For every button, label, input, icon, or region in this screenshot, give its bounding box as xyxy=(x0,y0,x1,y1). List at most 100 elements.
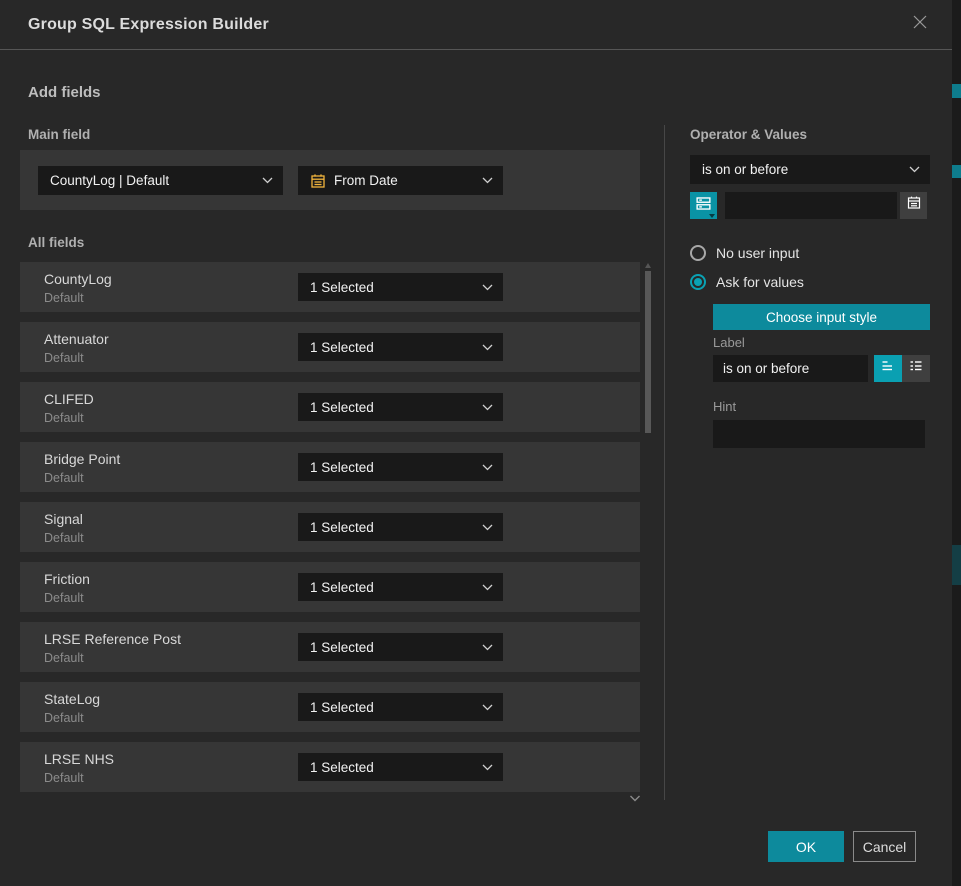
field-selection-value: 1 Selected xyxy=(310,700,474,715)
label-input[interactable] xyxy=(713,355,868,382)
chevron-down-icon xyxy=(482,344,493,351)
close-button[interactable] xyxy=(906,11,934,39)
field-selection-dropdown[interactable]: 1 Selected xyxy=(298,333,503,361)
field-row-text: LRSE Reference Post Default xyxy=(44,631,181,665)
field-sublabel: Default xyxy=(44,351,109,365)
field-selection-dropdown[interactable]: 1 Selected xyxy=(298,453,503,481)
value-input[interactable] xyxy=(725,192,897,219)
field-row: Attenuator Default 1 Selected xyxy=(20,322,640,372)
cancel-button[interactable]: Cancel xyxy=(853,831,916,862)
field-row-text: Signal Default xyxy=(44,511,84,545)
chevron-down-icon xyxy=(482,524,493,531)
main-field-dropdown[interactable]: From Date xyxy=(298,166,503,195)
field-sublabel: Default xyxy=(44,411,94,425)
field-sublabel: Default xyxy=(44,651,181,665)
chevron-down-icon xyxy=(482,704,493,711)
dialog-title: Group SQL Expression Builder xyxy=(28,16,269,34)
caret-down-icon xyxy=(709,214,715,218)
panel-divider xyxy=(664,125,665,800)
field-name: StateLog xyxy=(44,691,100,707)
chevron-down-icon xyxy=(482,404,493,411)
field-row-text: CountyLog Default xyxy=(44,271,112,305)
field-selection-value: 1 Selected xyxy=(310,580,474,595)
field-name: LRSE Reference Post xyxy=(44,631,181,647)
hint-input[interactable] xyxy=(713,420,925,448)
scrollbar-thumb[interactable] xyxy=(645,271,651,433)
field-sublabel: Default xyxy=(44,471,120,485)
radio-label: Ask for values xyxy=(716,274,804,290)
field-selection-dropdown[interactable]: 1 Selected xyxy=(298,693,503,721)
field-selection-value: 1 Selected xyxy=(310,280,474,295)
all-fields-heading: All fields xyxy=(28,235,84,250)
operator-dropdown[interactable]: is on or before xyxy=(690,155,930,184)
background-fragment xyxy=(952,84,961,98)
radio-selected-icon xyxy=(690,274,706,290)
field-row: LRSE NHS Default 1 Selected xyxy=(20,742,640,792)
radio-unselected-icon xyxy=(690,245,706,261)
radio-label: No user input xyxy=(716,245,799,261)
field-sublabel: Default xyxy=(44,771,114,785)
chevron-down-icon xyxy=(482,584,493,591)
field-selection-value: 1 Selected xyxy=(310,400,474,415)
field-row: StateLog Default 1 Selected xyxy=(20,682,640,732)
date-picker-button[interactable] xyxy=(900,192,927,219)
field-row: CLIFED Default 1 Selected xyxy=(20,382,640,432)
field-row-text: Attenuator Default xyxy=(44,331,109,365)
value-source-button[interactable] xyxy=(690,192,717,219)
main-field-heading: Main field xyxy=(28,127,90,142)
choose-input-style-button[interactable]: Choose input style xyxy=(713,304,930,330)
label-field-label: Label xyxy=(713,335,745,350)
background-fragment xyxy=(952,545,961,585)
field-selection-dropdown[interactable]: 1 Selected xyxy=(298,753,503,781)
field-selection-dropdown[interactable]: 1 Selected xyxy=(298,573,503,601)
scrollbar-up-arrow[interactable] xyxy=(645,263,651,268)
field-row: CountyLog Default 1 Selected xyxy=(20,262,640,312)
hint-field-label: Hint xyxy=(713,399,736,414)
main-field-panel: CountyLog | Default From Date xyxy=(20,150,640,210)
field-name: LRSE NHS xyxy=(44,751,114,767)
ok-button[interactable]: OK xyxy=(768,831,844,862)
main-layer-value: CountyLog | Default xyxy=(50,173,254,188)
background-page-strip xyxy=(952,0,961,886)
list-icon xyxy=(908,358,924,379)
group-sql-expression-builder-dialog: Group SQL Expression Builder Add fields … xyxy=(0,0,961,886)
field-selection-value: 1 Selected xyxy=(310,760,474,775)
field-row-text: Friction Default xyxy=(44,571,90,605)
chevron-down-icon xyxy=(482,764,493,771)
field-name: CLIFED xyxy=(44,391,94,407)
input-style-text-button[interactable] xyxy=(874,355,902,382)
field-sublabel: Default xyxy=(44,711,100,725)
field-row-text: StateLog Default xyxy=(44,691,100,725)
chevron-down-icon xyxy=(482,284,493,291)
field-name: Bridge Point xyxy=(44,451,120,467)
all-fields-list: CountyLog Default 1 Selected Attenuator … xyxy=(20,262,640,802)
radio-ask-for-values[interactable]: Ask for values xyxy=(690,274,804,290)
field-row: Signal Default 1 Selected xyxy=(20,502,640,552)
field-row: LRSE Reference Post Default 1 Selected xyxy=(20,622,640,672)
field-name: Signal xyxy=(44,511,84,527)
field-selection-dropdown[interactable]: 1 Selected xyxy=(298,393,503,421)
chevron-down-icon xyxy=(262,177,273,184)
field-sublabel: Default xyxy=(44,291,112,305)
main-layer-dropdown[interactable]: CountyLog | Default xyxy=(38,166,283,195)
main-field-value: From Date xyxy=(334,173,474,188)
text-input-icon xyxy=(880,358,896,379)
field-selection-dropdown[interactable]: 1 Selected xyxy=(298,513,503,541)
dialog-titlebar: Group SQL Expression Builder xyxy=(0,0,952,50)
radio-no-user-input[interactable]: No user input xyxy=(690,245,799,261)
operator-values-heading: Operator & Values xyxy=(690,127,807,142)
field-name: Attenuator xyxy=(44,331,109,347)
operator-value: is on or before xyxy=(702,162,901,177)
field-row: Friction Default 1 Selected xyxy=(20,562,640,612)
field-row-text: Bridge Point Default xyxy=(44,451,120,485)
field-name: CountyLog xyxy=(44,271,112,287)
chevron-down-icon xyxy=(482,177,493,184)
input-style-list-button[interactable] xyxy=(902,355,930,382)
field-selection-dropdown[interactable]: 1 Selected xyxy=(298,273,503,301)
field-selection-value: 1 Selected xyxy=(310,340,474,355)
chevron-down-icon xyxy=(482,644,493,651)
field-selection-dropdown[interactable]: 1 Selected xyxy=(298,633,503,661)
field-name: Friction xyxy=(44,571,90,587)
field-row: Bridge Point Default 1 Selected xyxy=(20,442,640,492)
field-selection-value: 1 Selected xyxy=(310,460,474,475)
